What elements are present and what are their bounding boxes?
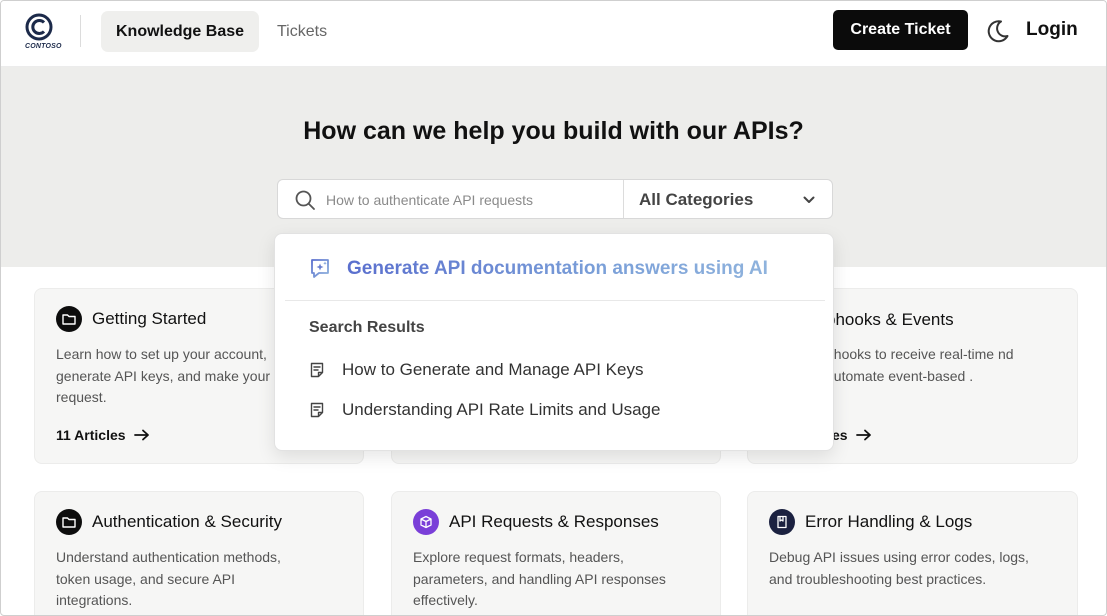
book-icon (769, 509, 795, 535)
card-description: Debug API issues using error codes, logs… (769, 549, 1029, 587)
search-bar: All Categories (277, 179, 833, 219)
search-result-item[interactable]: How to Generate and Manage API Keys (309, 358, 643, 382)
login-button[interactable]: Login (1026, 19, 1078, 41)
category-select[interactable]: All Categories (624, 180, 832, 218)
ai-suggestion-text: Generate API documentation answers using… (347, 258, 768, 279)
page-title: How can we help you build with our APIs? (303, 117, 804, 145)
create-ticket-button[interactable]: Create Ticket (833, 10, 968, 50)
logo-text: CONTOSO (25, 43, 62, 50)
document-icon (310, 362, 324, 378)
chevron-down-icon (803, 196, 815, 203)
card-articles-link[interactable]: 11 Articles (56, 427, 150, 443)
search-input[interactable] (326, 188, 616, 212)
card-description: bhooks to receive real-time nd automate … (826, 346, 1014, 384)
folder-icon (56, 509, 82, 535)
folder-icon (56, 306, 82, 332)
category-card[interactable]: API Requests & Responses Explore request… (391, 491, 721, 615)
arrow-right-icon (133, 429, 149, 441)
search-result-item[interactable]: Understanding API Rate Limits and Usage (309, 398, 660, 422)
top-nav: CONTOSO Knowledge Base Tickets Create Ti… (1, 1, 1106, 67)
card-title: phooks & Events (826, 310, 954, 329)
nav-tickets[interactable]: Tickets (277, 11, 327, 52)
card-articles-link[interactable]: es (832, 427, 872, 443)
cube-icon (413, 509, 439, 535)
ai-sparkle-icon (311, 259, 329, 278)
dropdown-divider (285, 300, 825, 301)
card-articles-count: es (832, 427, 848, 443)
card-title: Error Handling & Logs (805, 512, 973, 531)
header-divider (80, 15, 81, 47)
search-result-title: Understanding API Rate Limits and Usage (342, 400, 661, 419)
category-card[interactable]: Error Handling & Logs Debug API issues u… (747, 491, 1078, 615)
search-suggestions-dropdown: Generate API documentation answers using… (274, 233, 834, 451)
category-card[interactable]: Authentication & Security Understand aut… (34, 491, 364, 615)
card-title: Getting Started (92, 309, 207, 328)
search-result-title: How to Generate and Manage API Keys (342, 360, 644, 379)
arrow-right-icon (855, 429, 871, 441)
app-window: CONTOSO Knowledge Base Tickets Create Ti… (0, 0, 1107, 616)
card-articles-count: 11 Articles (56, 427, 126, 443)
card-description: Explore request formats, headers, parame… (413, 549, 666, 608)
card-description: Understand authentication methods, token… (56, 549, 281, 608)
search-results-heading: Search Results (309, 319, 425, 336)
moon-icon[interactable] (983, 17, 1011, 45)
nav-knowledge-base[interactable]: Knowledge Base (101, 11, 259, 52)
card-description: Learn how to set up your account, genera… (56, 346, 271, 405)
category-select-value: All Categories (639, 190, 754, 209)
document-icon (310, 402, 324, 418)
ai-suggestion-item[interactable]: Generate API documentation answers using… (275, 234, 833, 300)
card-title: Authentication & Security (92, 512, 282, 531)
card-title: API Requests & Responses (449, 512, 659, 531)
search-icon (295, 190, 315, 210)
